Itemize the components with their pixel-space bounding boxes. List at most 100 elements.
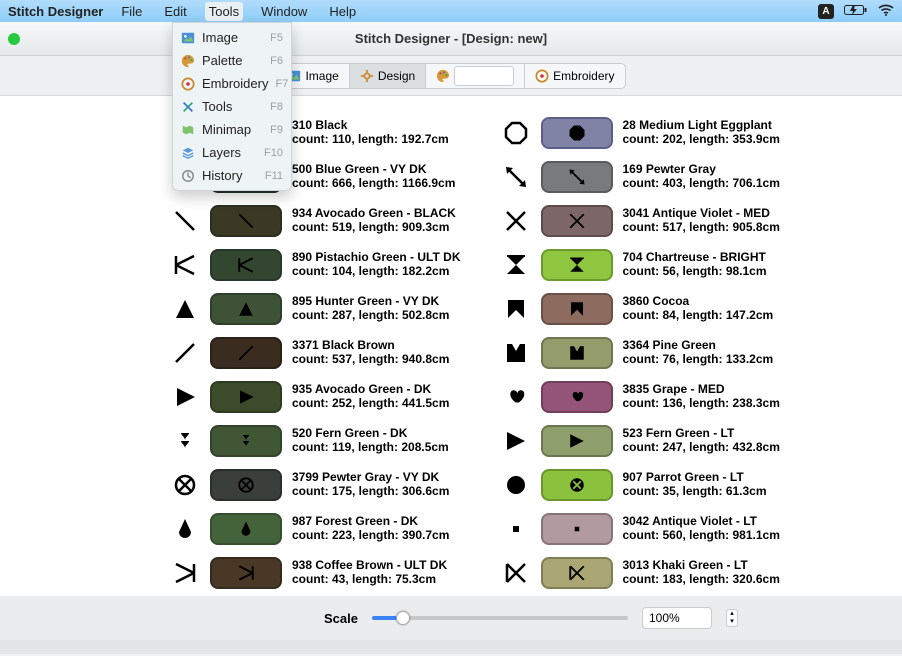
menu-window[interactable]: Window — [257, 2, 311, 21]
palette-entry[interactable]: 3835 Grape - MED count: 136, length: 238… — [501, 380, 780, 414]
thread-stats: count: 202, length: 353.9cm — [623, 133, 780, 147]
color-chip[interactable] — [210, 469, 282, 501]
tools-menu-image[interactable]: ImageF5 — [173, 26, 291, 49]
color-chip[interactable] — [541, 161, 613, 193]
thread-name: 520 Fern Green - DK — [292, 427, 449, 441]
toolbar: Image Design Embroidery — [0, 56, 902, 96]
thread-stats: count: 403, length: 706.1cm — [623, 177, 780, 191]
thread-name: 934 Avocado Green - BLACK — [292, 207, 456, 221]
palette-entry[interactable]: 934 Avocado Green - BLACK count: 519, le… — [170, 204, 461, 238]
stitch-symbol-icon — [501, 118, 531, 148]
tab-design-label: Design — [378, 69, 415, 83]
scale-stepper[interactable]: ▴▾ — [726, 609, 738, 627]
color-chip[interactable] — [210, 293, 282, 325]
stitch-symbol-icon — [501, 250, 531, 280]
thread-stats: count: 43, length: 75.3cm — [292, 573, 447, 587]
thread-stats: count: 666, length: 1166.9cm — [292, 177, 455, 191]
tools-menu-history[interactable]: HistoryF11 — [173, 164, 291, 187]
menu-edit[interactable]: Edit — [160, 2, 190, 21]
palette-entry[interactable]: 3860 Cocoa count: 84, length: 147.2cm — [501, 292, 780, 326]
menu-item-label: Tools — [202, 99, 232, 114]
tools-menu-tools[interactable]: ToolsF8 — [173, 95, 291, 118]
tools-menu-minimap[interactable]: MinimapF9 — [173, 118, 291, 141]
color-chip[interactable] — [210, 557, 282, 589]
color-chip[interactable] — [541, 513, 613, 545]
color-chip[interactable] — [541, 469, 613, 501]
thread-stats: count: 119, length: 208.5cm — [292, 441, 449, 455]
embroidery-icon — [181, 77, 195, 91]
palette-entry-text: 704 Chartreuse - BRIGHT count: 56, lengt… — [623, 251, 767, 279]
color-picker-field[interactable] — [454, 66, 514, 86]
color-picker-button[interactable] — [426, 64, 525, 88]
tools-menu-layers[interactable]: LayersF10 — [173, 141, 291, 164]
palette-entry[interactable]: 523 Fern Green - LT count: 247, length: … — [501, 424, 780, 458]
palette-entry[interactable]: 3041 Antique Violet - MED count: 517, le… — [501, 204, 780, 238]
palette-entry[interactable]: 3799 Pewter Gray - VY DK count: 175, len… — [170, 468, 461, 502]
stitch-symbol-icon — [170, 294, 200, 324]
keyboard-indicator-icon[interactable]: A — [818, 4, 834, 19]
menu-item-shortcut: F11 — [265, 170, 283, 182]
palette-entry[interactable]: 935 Avocado Green - DK count: 252, lengt… — [170, 380, 461, 414]
palette-entry-text: 310 Black count: 110, length: 192.7cm — [292, 119, 449, 147]
thread-stats: count: 183, length: 320.6cm — [623, 573, 780, 587]
color-chip[interactable] — [210, 513, 282, 545]
thread-stats: count: 76, length: 133.2cm — [623, 353, 774, 367]
palette-entry-text: 895 Hunter Green - VY DK count: 287, len… — [292, 295, 449, 323]
scale-slider[interactable] — [372, 616, 628, 620]
palette-entry[interactable]: 3371 Black Brown count: 537, length: 940… — [170, 336, 461, 370]
thread-stats: count: 252, length: 441.5cm — [292, 397, 449, 411]
palette-entry[interactable]: 938 Coffee Brown - ULT DK count: 43, len… — [170, 556, 461, 590]
palette-entry-text: 169 Pewter Gray count: 403, length: 706.… — [623, 163, 780, 191]
thread-stats: count: 247, length: 432.8cm — [623, 441, 780, 455]
palette-entry-text: 523 Fern Green - LT count: 247, length: … — [623, 427, 780, 455]
palette-entry[interactable]: 895 Hunter Green - VY DK count: 287, len… — [170, 292, 461, 326]
palette-entry[interactable]: 987 Forest Green - DK count: 223, length… — [170, 512, 461, 546]
thread-name: 3835 Grape - MED — [623, 383, 780, 397]
menu-tools[interactable]: Tools — [205, 2, 243, 21]
palette-entry[interactable]: 3042 Antique Violet - LT count: 560, len… — [501, 512, 780, 546]
color-chip[interactable] — [541, 425, 613, 457]
tab-design[interactable]: Design — [350, 64, 426, 88]
palette-entry[interactable]: 169 Pewter Gray count: 403, length: 706.… — [501, 160, 780, 194]
palette-entry[interactable]: 28 Medium Light Eggplant count: 202, len… — [501, 116, 780, 150]
tab-embroidery[interactable]: Embroidery — [525, 64, 624, 88]
color-chip[interactable] — [541, 249, 613, 281]
color-chip[interactable] — [210, 249, 282, 281]
menu-help[interactable]: Help — [325, 2, 360, 21]
menu-item-label: Palette — [202, 53, 242, 68]
tools-menu-palette[interactable]: PaletteF6 — [173, 49, 291, 72]
palette-entry[interactable]: 3013 Khaki Green - LT count: 183, length… — [501, 556, 780, 590]
wifi-icon[interactable] — [878, 4, 894, 19]
palette-entry[interactable]: 704 Chartreuse - BRIGHT count: 56, lengt… — [501, 248, 780, 282]
battery-icon — [844, 4, 868, 19]
palette-entry[interactable]: 907 Parrot Green - LT count: 35, length:… — [501, 468, 780, 502]
tools-menu-embroidery[interactable]: EmbroideryF7 — [173, 72, 291, 95]
menu-file[interactable]: File — [117, 2, 146, 21]
color-chip[interactable] — [210, 337, 282, 369]
thread-name: 3799 Pewter Gray - VY DK — [292, 471, 449, 485]
thread-name: 523 Fern Green - LT — [623, 427, 780, 441]
color-chip[interactable] — [541, 557, 613, 589]
thread-name: 3042 Antique Violet - LT — [623, 515, 780, 529]
thread-stats: count: 35, length: 61.3cm — [623, 485, 767, 499]
color-chip[interactable] — [541, 293, 613, 325]
menu-item-label: Embroidery — [202, 76, 268, 91]
color-chip[interactable] — [541, 381, 613, 413]
palette-entry[interactable]: 890 Pistachio Green - ULT DK count: 104,… — [170, 248, 461, 282]
menu-item-label: Layers — [202, 145, 241, 160]
color-chip[interactable] — [210, 381, 282, 413]
window-title: Stitch Designer - [Design: new] — [0, 31, 902, 46]
palette-entry[interactable]: 520 Fern Green - DK count: 119, length: … — [170, 424, 461, 458]
scale-value[interactable]: 100% — [642, 607, 712, 629]
palette-panel: 310 Black count: 110, length: 192.7cm 50… — [0, 96, 902, 596]
color-chip[interactable] — [541, 117, 613, 149]
color-chip[interactable] — [210, 205, 282, 237]
stitch-symbol-icon — [501, 470, 531, 500]
palette-entry[interactable]: 3364 Pine Green count: 76, length: 133.2… — [501, 336, 780, 370]
color-chip[interactable] — [210, 425, 282, 457]
stitch-symbol-icon — [501, 206, 531, 236]
thread-stats: count: 223, length: 390.7cm — [292, 529, 449, 543]
thread-stats: count: 104, length: 182.2cm — [292, 265, 461, 279]
color-chip[interactable] — [541, 337, 613, 369]
color-chip[interactable] — [541, 205, 613, 237]
